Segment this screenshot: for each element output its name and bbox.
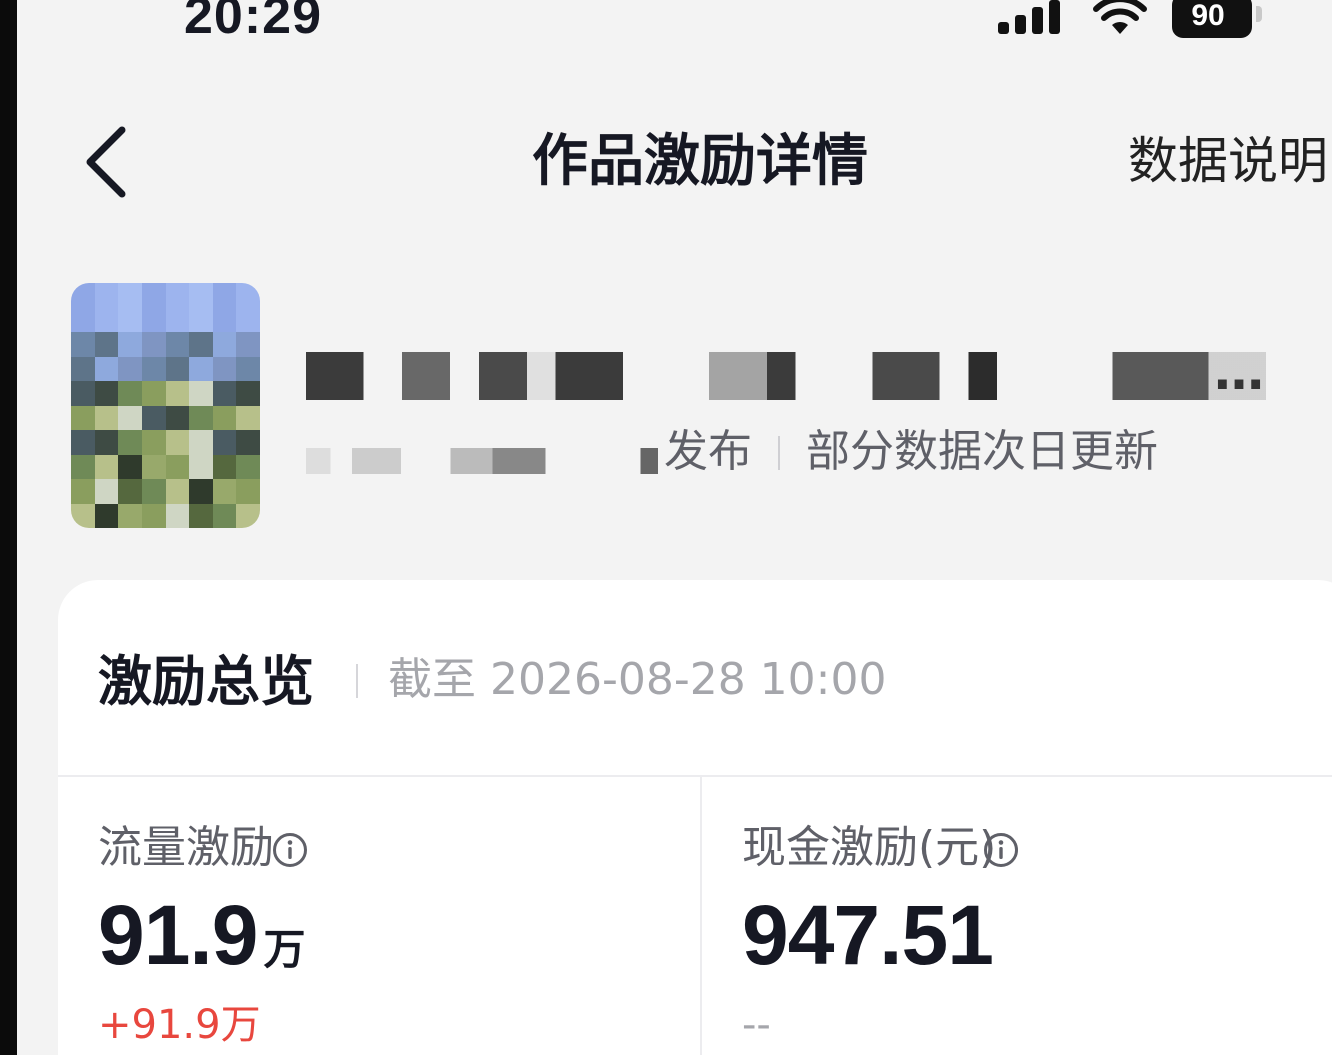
back-button[interactable]	[80, 124, 134, 200]
publish-label: 发布	[664, 426, 752, 477]
overview-title: 激励总览	[98, 650, 314, 713]
battery-cap	[1256, 6, 1262, 22]
cash-incentive-label: 现金激励(元)	[742, 822, 997, 873]
info-icon[interactable]	[983, 832, 1019, 868]
traffic-incentive-label: 流量激励	[98, 822, 274, 873]
screen-edge	[0, 0, 17, 1055]
traffic-incentive-unit: 万	[263, 925, 306, 974]
blurred-video-title	[306, 352, 1266, 400]
traffic-incentive-change: +91.9万	[98, 1002, 261, 1048]
blurred-publish-date	[306, 448, 658, 474]
traffic-incentive-number: 91.9	[98, 888, 258, 982]
page-title: 作品激励详情	[532, 129, 868, 194]
title-ellipsis: …	[1214, 343, 1264, 401]
wifi-icon	[1093, 0, 1147, 34]
signal-icon	[998, 0, 1060, 34]
cash-incentive-change: --	[742, 1002, 771, 1048]
traffic-incentive-value: 91.9 万	[98, 888, 306, 995]
update-note: 部分数据次日更新	[806, 426, 1158, 477]
publish-info: 发布 部分数据次日更新	[664, 424, 1158, 480]
battery-icon: 90	[1172, 0, 1252, 38]
status-time: 20:29	[184, 0, 322, 45]
metric-divider	[700, 777, 702, 1055]
overview-separator	[356, 664, 358, 698]
video-thumbnail[interactable]	[71, 283, 260, 528]
cash-incentive-value: 947.51	[742, 888, 994, 982]
card-divider	[58, 775, 1332, 777]
overview-as-of: 截至 2026-08-28 10:00	[388, 654, 887, 705]
info-icon[interactable]	[272, 832, 308, 868]
separator	[778, 436, 780, 470]
data-explanation-link[interactable]: 数据说明	[1128, 128, 1328, 194]
